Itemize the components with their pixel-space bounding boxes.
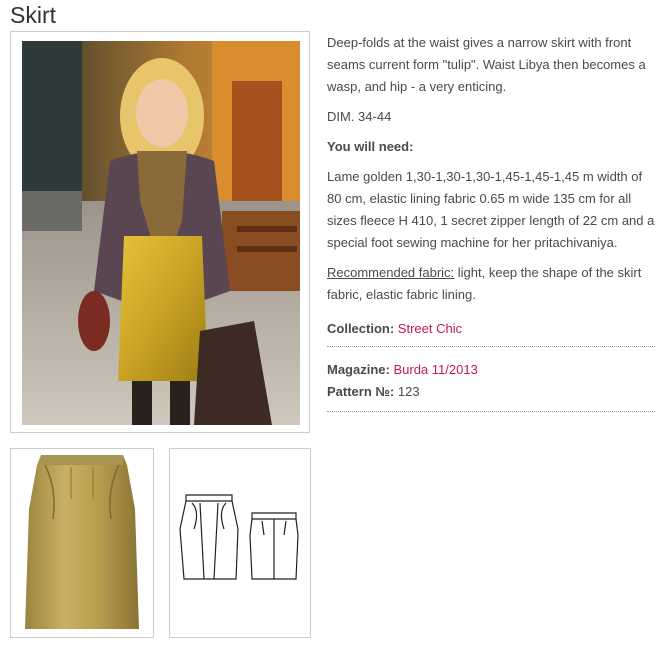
skirt-thumbnail[interactable] [10,448,154,638]
technical-drawing-thumbnail[interactable] [169,448,311,638]
page-title: Skirt [10,2,56,28]
main-photo-frame[interactable] [10,31,310,433]
divider [327,346,655,347]
pattern-number: 123 [397,384,420,399]
size-range: DIM. 34-44 [327,109,392,124]
requirements-heading: You will need: [327,139,414,154]
technical-drawing [179,494,299,580]
recommended-fabric: Recommended fabric: light, keep the shap… [327,262,655,306]
description: Deep-folds at the waist gives a narrow s… [327,35,646,94]
magazine-label: Magazine: [327,362,390,377]
collection-row: Collection: Street Chic [327,318,655,340]
product-details: Deep-folds at the waist gives a narrow s… [327,32,655,412]
collection-label: Collection: [327,321,395,336]
materials-text: Lame golden 1,30-1,30-1,30-1,45-1,45-1,4… [327,169,655,250]
model-photo [22,41,300,425]
magazine-row: Magazine: Burda 11/2013 [327,359,655,381]
collection-link[interactable]: Street Chic [398,321,462,336]
skirt-image [25,455,139,629]
pattern-label: Pattern №: [327,384,395,399]
divider [327,411,655,412]
recommended-fabric-label: Recommended fabric: [327,265,455,280]
pattern-row: Pattern №: 123 [327,381,655,403]
magazine-link[interactable]: Burda 11/2013 [393,362,477,377]
